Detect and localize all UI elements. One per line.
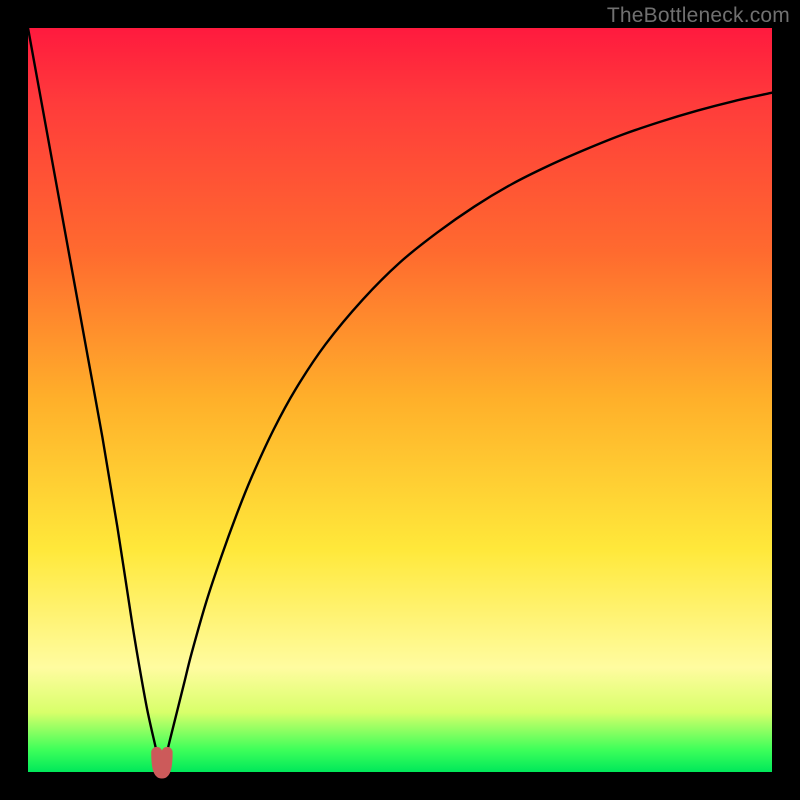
min-marker (157, 752, 167, 773)
bottleneck-curve (28, 28, 772, 765)
plot-area (28, 28, 772, 772)
curve-layer (28, 28, 772, 772)
watermark-text: TheBottleneck.com (607, 4, 790, 28)
chart-frame: TheBottleneck.com (0, 0, 800, 800)
